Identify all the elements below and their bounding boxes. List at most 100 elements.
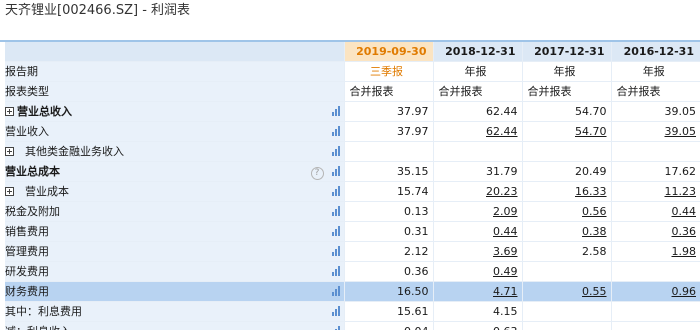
cell-value: [432, 141, 522, 162]
header-icon-cell: [301, 42, 344, 62]
cell-value: 0.13: [343, 201, 433, 222]
cell-value-link[interactable]: 0.49: [432, 261, 522, 282]
cell-value: 合并报表: [521, 81, 611, 102]
cell-value-link[interactable]: 62.44: [432, 121, 522, 142]
cell-value: 15.61: [343, 301, 433, 322]
cell-value: 62.44: [432, 101, 522, 122]
cell-value-link[interactable]: 0.55: [521, 281, 611, 302]
period-header[interactable]: 2016-12-31: [610, 42, 700, 62]
cell-value-link[interactable]: 2.09: [432, 201, 522, 222]
table-row-report-type: 报表类型 合并报表 合并报表 合并报表 合并报表: [5, 81, 700, 102]
period-header[interactable]: 2017-12-31: [521, 42, 611, 62]
cell-value: 16.50: [343, 281, 433, 302]
table-row-rd-expenses: 研发费用 0.36 0.49: [5, 261, 700, 282]
chart-icon[interactable]: [332, 326, 340, 330]
chart-icon[interactable]: [331, 186, 340, 196]
row-label: 营业收入: [5, 121, 301, 142]
row-label: 税金及附加: [5, 201, 301, 222]
row-label: 销售费用: [5, 221, 301, 242]
cell-value-link[interactable]: 16.33: [521, 181, 611, 202]
row-label-cell: 营业成本: [5, 181, 301, 202]
cell-value-link[interactable]: 54.70: [521, 121, 611, 142]
table-row-total-revenue: 营业总收入 37.97 62.44 54.70 39.05: [5, 101, 700, 122]
cell-value-link[interactable]: 0.96: [610, 281, 700, 302]
cell-value-link[interactable]: 20.23: [432, 181, 522, 202]
cell-value-link[interactable]: 3.69: [432, 241, 522, 262]
cell-value-link[interactable]: 11.23: [610, 181, 700, 202]
chart-icon[interactable]: [331, 126, 340, 136]
chart-icon[interactable]: [331, 286, 340, 296]
table-row-taxes-surcharges: 税金及附加 0.13 2.09 0.56 0.44: [5, 201, 700, 222]
chart-icon[interactable]: [331, 306, 340, 316]
cell-value-link[interactable]: 0.36: [610, 221, 700, 242]
cell-value: [610, 321, 700, 330]
chart-icon[interactable]: [331, 246, 340, 256]
cell-value: 37.97: [343, 101, 433, 122]
cell-value: [521, 321, 611, 330]
cell-value: 17.62: [610, 161, 700, 182]
row-label: 营业总成本: [5, 161, 301, 182]
help-icon[interactable]: ?: [310, 167, 324, 180]
period-header-row: 2019-09-30 2018-12-31 2017-12-31 2016-12…: [5, 42, 700, 62]
row-label: 管理费用: [5, 241, 301, 262]
cell-value-link[interactable]: 0.56: [521, 201, 611, 222]
cell-value: 合并报表: [432, 81, 522, 102]
expand-icon[interactable]: [5, 147, 14, 156]
table-row-financial-expenses[interactable]: 财务费用 16.50 4.71 0.55 0.96: [5, 281, 700, 302]
page-title: 天齐锂业[002466.SZ] - 利润表: [5, 3, 191, 18]
cell-value-link[interactable]: 0.44: [432, 221, 522, 242]
cell-value: 合并报表: [343, 81, 433, 102]
chart-icon[interactable]: [331, 206, 340, 216]
income-statement-table: 2019-09-30 2018-12-31 2017-12-31 2016-12…: [5, 42, 700, 330]
row-label: 其中：利息费用: [5, 301, 301, 322]
row-label: 财务费用: [5, 281, 301, 302]
table-row-selling-expenses: 销售费用 0.31 0.44 0.38 0.36: [5, 221, 700, 242]
cell-value-link[interactable]: 0.38: [521, 221, 611, 242]
chart-icon[interactable]: [331, 226, 340, 236]
cell-value: [521, 261, 611, 282]
header-label-cell: [5, 42, 301, 62]
cell-value-link[interactable]: 0.44: [610, 201, 700, 222]
cell-value: 合并报表: [610, 81, 700, 102]
cell-value: 0.04: [343, 321, 433, 330]
expand-icon[interactable]: [5, 107, 14, 116]
row-label: 研发费用: [5, 261, 301, 282]
table-row-report-period: 报告期 三季报 年报 年报 年报: [5, 61, 700, 82]
row-label-cell: 营业总收入: [5, 101, 301, 122]
cell-value: 2.58: [521, 241, 611, 262]
table-row-interest-expense: 其中：利息费用 15.61 4.15: [5, 301, 700, 322]
period-header[interactable]: 2019-09-30: [343, 42, 433, 62]
cell-value: 0.36: [343, 261, 433, 282]
cell-value: 20.49: [521, 161, 611, 182]
row-label: 减：利息收入: [5, 321, 301, 330]
row-label: 报告期: [5, 61, 301, 82]
cell-value: [610, 301, 700, 322]
table-row-admin-expenses: 管理费用 2.12 3.69 2.58 1.98: [5, 241, 700, 262]
cell-value: [521, 141, 611, 162]
chart-icon[interactable]: [331, 106, 340, 116]
table-row-interest-income: 减：利息收入 0.04 0.63: [5, 321, 700, 330]
chart-icon[interactable]: [331, 266, 340, 276]
cell-value-link[interactable]: 4.71: [432, 281, 522, 302]
chart-icon[interactable]: [331, 146, 340, 156]
cell-value-link[interactable]: 1.98: [610, 241, 700, 262]
table-row-revenue: 营业收入 37.97 62.44 54.70 39.05: [5, 121, 700, 142]
period-header[interactable]: 2018-12-31: [432, 42, 522, 62]
cell-value: 54.70: [521, 101, 611, 122]
cell-value-link[interactable]: 39.05: [610, 121, 700, 142]
cell-value: [610, 261, 700, 282]
chart-icon[interactable]: [331, 166, 340, 176]
row-label: 其他类金融业务收入: [25, 145, 124, 158]
cell-value: [343, 141, 433, 162]
cell-value: 0.31: [343, 221, 433, 242]
cell-value: 0.63: [432, 321, 522, 330]
cell-value: 39.05: [610, 101, 700, 122]
cell-value: 年报: [521, 61, 611, 82]
expand-icon[interactable]: [5, 187, 14, 196]
row-label: 报表类型: [5, 81, 301, 102]
table-row-total-cost: 营业总成本 ? 35.15 31.79 20.49 17.62: [5, 161, 700, 182]
table-row-operating-cost: 营业成本 15.74 20.23 16.33 11.23: [5, 181, 700, 202]
cell-value: 2.12: [343, 241, 433, 262]
cell-value: 年报: [432, 61, 522, 82]
cell-value: [610, 141, 700, 162]
